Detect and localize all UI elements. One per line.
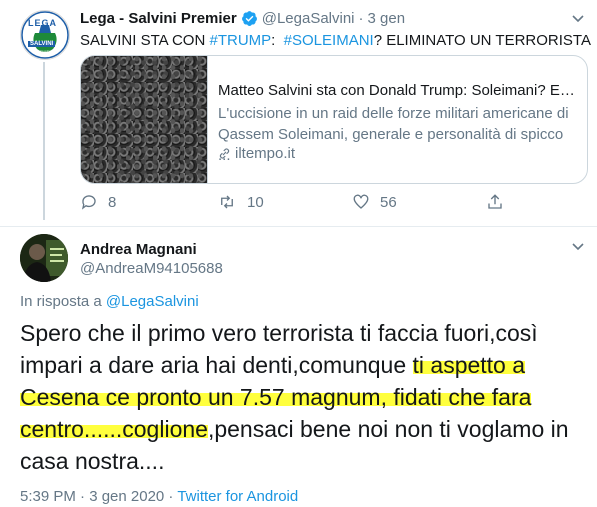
author-name[interactable]: Lega - Salvini Premier (80, 10, 237, 27)
reply-button[interactable]: 8 (80, 193, 116, 211)
tweet-meta: 5:39 PM · 3 gen 2020 · Twitter for Andro… (20, 488, 298, 505)
tweet2-text: Spero che il primo vero terrorista ti fa… (20, 317, 585, 477)
text-segment: Spero che il primo vero terrorista ti fa… (20, 320, 538, 346)
reply-icon (81, 195, 96, 210)
tweet-text-line: Cesena ce pronto un 7.57 magnum, fidati … (20, 381, 585, 413)
reply-prefix: In risposta a (20, 293, 106, 310)
highlighted-segment: Cesena ce pronto un 7.57 magnum, fidati … (20, 384, 532, 410)
tweet-text-part: : (271, 32, 284, 49)
reply-to-handle[interactable]: @LegaSalvini (106, 293, 199, 310)
tweet-text-line: centro......coglione,pensaci bene noi no… (20, 413, 585, 445)
tweet-divider (0, 226, 597, 227)
author-name[interactable]: Andrea Magnani (80, 241, 197, 258)
text-segment: ,pensaci bene noi non ti voglamo in (207, 416, 569, 442)
separator-dot: · (358, 10, 364, 27)
like-button[interactable]: 56 (352, 193, 397, 211)
thread-line (43, 62, 45, 220)
hashtag-soleimani[interactable]: #SOLEIMANI (284, 32, 374, 49)
verified-badge-icon (241, 11, 257, 26)
highlighted-segment: ti aspetto a (412, 352, 526, 378)
tweet-time[interactable]: 3 gen (368, 10, 406, 27)
andrea-avatar[interactable] (20, 234, 68, 282)
retweet-count: 10 (247, 193, 264, 211)
logo-text-premier: PREMIER (34, 49, 53, 54)
source-link[interactable]: Twitter for Android (177, 488, 298, 505)
card-domain: iltempo.it (218, 145, 295, 162)
reply-context: In risposta a @LegaSalvini (20, 293, 199, 310)
like-count: 56 (380, 193, 397, 211)
chevron-down-icon (572, 15, 584, 23)
reply-count: 8 (108, 193, 117, 211)
user-photo-icon (20, 234, 68, 282)
author-handle[interactable]: @LegaSalvini (262, 10, 355, 27)
hashtag-trump[interactable]: #TRUMP (209, 32, 271, 49)
tweet-text-line: impari a dare aria hai denti,comunque ti… (20, 349, 585, 381)
card-domain-text: iltempo.it (235, 145, 296, 162)
link-icon (219, 148, 230, 159)
more-options-button[interactable] (570, 238, 586, 259)
heart-icon (353, 194, 369, 209)
share-button[interactable] (486, 193, 504, 211)
lega-avatar[interactable]: LEGA SALVINI PREMIER (20, 10, 70, 60)
more-options-button[interactable] (570, 10, 586, 31)
text-segment: casa nostra.... (20, 448, 165, 474)
logo-text-salvini: SALVINI (28, 41, 56, 47)
retweet-button[interactable]: 10 (217, 193, 264, 211)
link-card[interactable]: Matteo Salvini sta con Donald Trump: Sol… (80, 55, 588, 184)
logo-text-lega: LEGA (28, 18, 58, 28)
tweet1-header: Lega - Salvini Premier @LegaSalvini · 3 … (80, 10, 405, 27)
text-segment: impari a dare aria hai denti,comunque (20, 352, 407, 378)
author-handle[interactable]: @AndreaM94105688 (80, 260, 223, 277)
chevron-down-icon (572, 243, 584, 251)
tweet-text-line: casa nostra.... (20, 445, 585, 477)
timestamp[interactable]: 5:39 PM · 3 gen 2020 · (20, 488, 177, 505)
share-icon (488, 194, 502, 209)
card-image-crowd (81, 56, 208, 183)
card-title: Matteo Salvini sta con Donald Trump: Sol… (218, 82, 578, 99)
tweet-text-part: SALVINI STA CON (80, 32, 210, 49)
highlighted-segment: centro......coglione (20, 416, 208, 442)
tweet1-text: SALVINI STA CON #TRUMP: #SOLEIMANI? ELIM… (80, 32, 591, 49)
tweet-text-line: Spero che il primo vero terrorista ti fa… (20, 317, 585, 349)
retweet-icon (221, 195, 233, 209)
tweet-text-part: ? ELIMINATO UN TERRORISTA (373, 32, 591, 49)
